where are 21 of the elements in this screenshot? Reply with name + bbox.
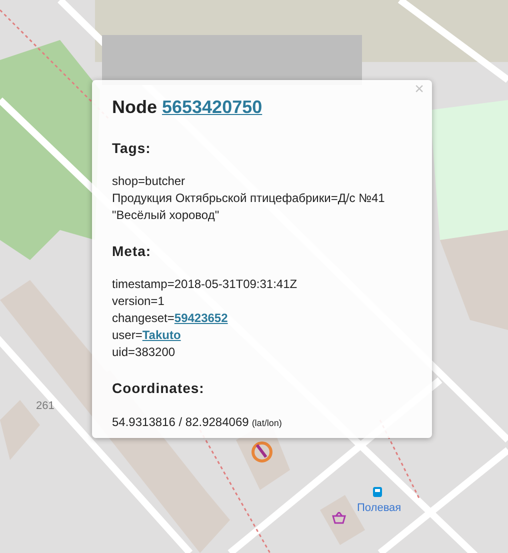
bus-stop-label: Полевая xyxy=(357,501,402,516)
tag-line: changeset=59423652 xyxy=(112,310,229,327)
tag-line: Продукция Октябрьской птицефабрики=Д/с №41 "Весёлый хоровод" xyxy=(112,190,386,224)
basket-icon xyxy=(332,512,346,524)
section-heading: Tags: xyxy=(112,139,152,158)
tag-line: version=1 xyxy=(112,293,166,310)
section-heading: Coordinates: xyxy=(112,379,206,398)
tag-line: uid=383200 xyxy=(112,344,176,361)
popup-title: Node xyxy=(112,96,157,119)
house-number-label: 261 xyxy=(36,399,54,414)
value-link[interactable]: Takuto xyxy=(142,328,181,342)
tag-line: timestamp=2018-05-31T09:31:41Z xyxy=(112,276,298,293)
section-heading: Meta: xyxy=(112,242,152,261)
shop-marker-icon[interactable] xyxy=(250,440,274,464)
coordinates-text: 54.9313816 / 82.9284069 xyxy=(112,414,249,431)
tag-line: user=Takuto xyxy=(112,327,182,344)
value-link[interactable]: 59423652 xyxy=(174,311,228,325)
node-id-link[interactable]: 5653420750 xyxy=(162,94,262,121)
bus-icon xyxy=(372,486,383,499)
coordinates-note: (lat/lon) xyxy=(252,417,282,430)
tag-line: shop=butcher xyxy=(112,173,186,190)
